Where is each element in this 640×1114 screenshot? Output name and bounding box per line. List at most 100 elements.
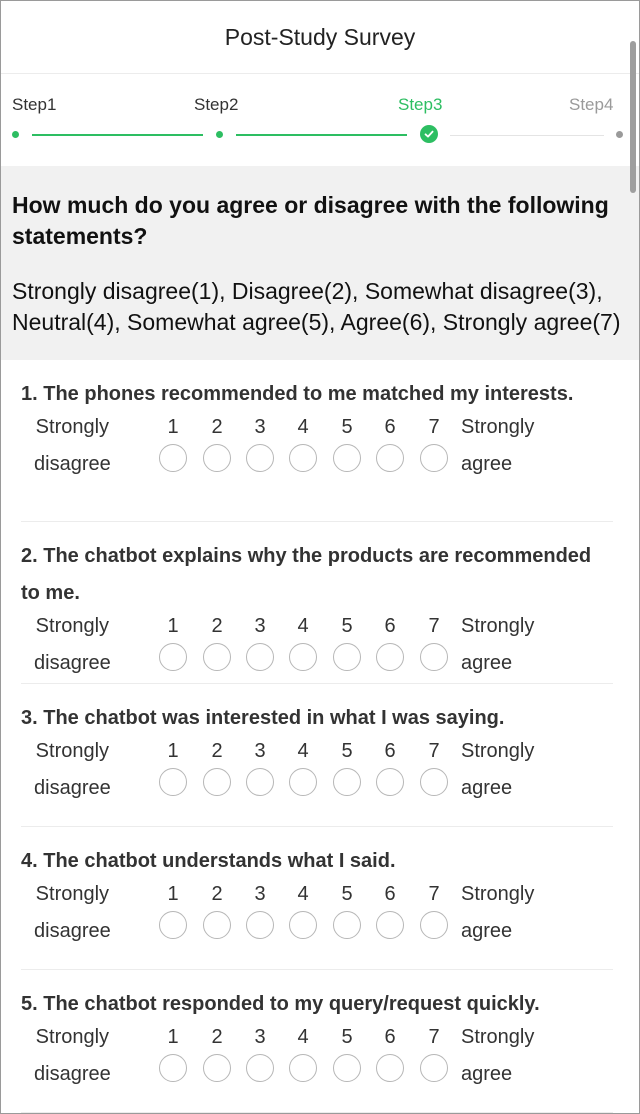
likert-option[interactable]: 7 — [418, 882, 450, 939]
radio-button[interactable] — [203, 911, 231, 939]
radio-button[interactable] — [376, 768, 404, 796]
likert-option[interactable]: 6 — [374, 739, 406, 796]
radio-button[interactable] — [159, 911, 187, 939]
likert-option[interactable]: 1 — [157, 415, 189, 472]
likert-option[interactable]: 1 — [157, 882, 189, 939]
likert-option[interactable]: 5 — [331, 614, 363, 671]
scale-left-label-line1: Strongly — [35, 740, 110, 762]
radio-button[interactable] — [159, 1054, 187, 1082]
likert-option[interactable]: 4 — [287, 739, 319, 796]
question-text: 3. The chatbot was interested in what I … — [21, 707, 505, 729]
page-header: Post-Study Survey — [1, 1, 639, 74]
likert-option[interactable]: 4 — [287, 415, 319, 472]
likert-option[interactable]: 2 — [201, 614, 233, 671]
likert-scale: Strongly disagree 1 2 3 4 5 6 7 Strongly agree — [21, 880, 613, 952]
likert-option[interactable]: 2 — [201, 739, 233, 796]
survey-page: Post-Study Survey Step1 Step2 Step3 Step… — [0, 0, 640, 1114]
radio-button[interactable] — [203, 444, 231, 472]
radio-button[interactable] — [159, 768, 187, 796]
likert-option[interactable]: 6 — [374, 1025, 406, 1082]
question-item: 1. The phones recommended to me matched … — [21, 360, 613, 522]
scale-right-label-line1: Strongly — [461, 883, 535, 905]
likert-option[interactable]: 6 — [374, 415, 406, 472]
likert-option[interactable]: 1 — [157, 1025, 189, 1082]
likert-option[interactable]: 7 — [418, 1025, 450, 1082]
radio-button[interactable] — [246, 444, 274, 472]
scale-left-label-line2: disagree — [34, 1063, 111, 1085]
scale-left-label-line1: Strongly — [35, 615, 110, 637]
likert-option[interactable]: 7 — [418, 415, 450, 472]
radio-button[interactable] — [333, 643, 361, 671]
radio-button[interactable] — [289, 1054, 317, 1082]
scale-right-label-line1: Strongly — [461, 1026, 535, 1048]
question-item: 2. The chatbot explains why the products… — [21, 522, 613, 684]
radio-button[interactable] — [289, 643, 317, 671]
radio-button[interactable] — [246, 911, 274, 939]
likert-option-number: 1 — [167, 416, 179, 438]
radio-button[interactable] — [159, 643, 187, 671]
question-item: 3. The chatbot was interested in what I … — [21, 684, 613, 827]
radio-button[interactable] — [159, 444, 187, 472]
radio-button[interactable] — [289, 444, 317, 472]
step-1-dot — [12, 131, 19, 138]
likert-option[interactable]: 3 — [244, 415, 276, 472]
likert-option-number: 3 — [254, 615, 266, 637]
likert-option-number: 2 — [211, 416, 223, 438]
radio-button[interactable] — [333, 444, 361, 472]
likert-option[interactable]: 4 — [287, 614, 319, 671]
radio-button[interactable] — [289, 768, 317, 796]
radio-button[interactable] — [246, 1054, 274, 1082]
scale-right-label-line1: Strongly — [461, 615, 535, 637]
likert-option-number: 7 — [428, 615, 440, 637]
question-text: 5. The chatbot responded to my query/req… — [21, 993, 540, 1015]
likert-option[interactable]: 5 — [331, 739, 363, 796]
instructions-heading: How much do you agree or disagree with t… — [12, 192, 609, 249]
radio-button[interactable] — [376, 911, 404, 939]
likert-option[interactable]: 1 — [157, 614, 189, 671]
likert-option[interactable]: 7 — [418, 739, 450, 796]
radio-button[interactable] — [420, 1054, 448, 1082]
radio-button[interactable] — [420, 643, 448, 671]
radio-button[interactable] — [246, 643, 274, 671]
likert-option[interactable]: 3 — [244, 614, 276, 671]
likert-option[interactable]: 2 — [201, 1025, 233, 1082]
radio-button[interactable] — [203, 643, 231, 671]
radio-button[interactable] — [333, 911, 361, 939]
likert-option[interactable]: 4 — [287, 1025, 319, 1082]
likert-option[interactable]: 4 — [287, 882, 319, 939]
likert-option[interactable]: 6 — [374, 614, 406, 671]
likert-option-number: 6 — [384, 740, 396, 762]
radio-button[interactable] — [420, 768, 448, 796]
scale-description: Strongly disagree(1), Disagree(2), Somew… — [12, 278, 621, 335]
likert-option[interactable]: 3 — [244, 1025, 276, 1082]
radio-button[interactable] — [203, 768, 231, 796]
radio-button[interactable] — [420, 911, 448, 939]
likert-option-number: 7 — [428, 1026, 440, 1048]
radio-button[interactable] — [376, 643, 404, 671]
likert-option[interactable]: 3 — [244, 882, 276, 939]
likert-option[interactable]: 5 — [331, 415, 363, 472]
likert-scale: Strongly disagree 1 2 3 4 5 6 7 Strongly agree — [21, 413, 613, 485]
scale-left-label-line2: disagree — [34, 920, 111, 942]
scale-right-label: Strongly agree — [461, 409, 534, 483]
likert-option[interactable]: 1 — [157, 739, 189, 796]
radio-button[interactable] — [246, 768, 274, 796]
likert-option[interactable]: 7 — [418, 614, 450, 671]
scale-left-label-line2: disagree — [34, 777, 111, 799]
likert-option[interactable]: 2 — [201, 882, 233, 939]
radio-button[interactable] — [333, 1054, 361, 1082]
radio-button[interactable] — [376, 1054, 404, 1082]
likert-option[interactable]: 5 — [331, 1025, 363, 1082]
radio-button[interactable] — [333, 768, 361, 796]
radio-button[interactable] — [420, 444, 448, 472]
step-3-connector — [450, 135, 604, 136]
likert-option-number: 1 — [167, 883, 179, 905]
likert-option[interactable]: 3 — [244, 739, 276, 796]
likert-option[interactable]: 5 — [331, 882, 363, 939]
radio-button[interactable] — [203, 1054, 231, 1082]
radio-button[interactable] — [376, 444, 404, 472]
radio-button[interactable] — [289, 911, 317, 939]
likert-option[interactable]: 6 — [374, 882, 406, 939]
likert-option[interactable]: 2 — [201, 415, 233, 472]
likert-option-number: 4 — [297, 883, 309, 905]
